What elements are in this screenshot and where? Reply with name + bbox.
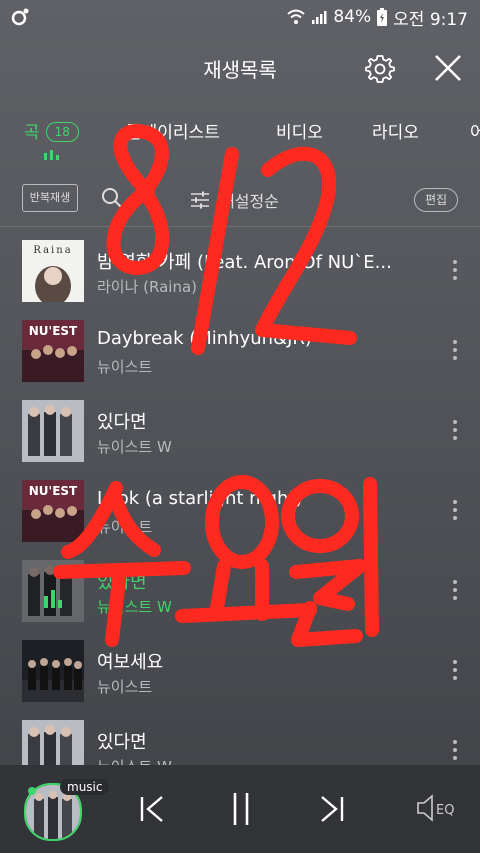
gear-icon[interactable]	[364, 52, 396, 84]
tab-more[interactable]: 어	[470, 118, 480, 143]
song-artist: 뉴이스트	[97, 358, 153, 376]
song-artist: 뉴이스트 W	[97, 438, 172, 456]
svg-text:EQ: EQ	[436, 803, 454, 818]
more-options-icon[interactable]	[450, 658, 460, 682]
melon-app-icon	[11, 8, 29, 26]
song-title: 여보세요	[97, 652, 164, 673]
search-icon[interactable]	[100, 186, 124, 210]
eq-icon[interactable]: EQ	[416, 793, 462, 823]
song-title: 있다면	[97, 732, 147, 753]
song-row[interactable]: 있다면 뉴이스트 W	[0, 710, 480, 765]
more-options-icon[interactable]	[450, 418, 460, 442]
song-title: 밤 영화 카페 (Feat. Aron Of NU`E...	[97, 252, 392, 273]
song-row[interactable]: 여보세요 뉴이스트	[0, 630, 480, 710]
album-cover	[22, 640, 84, 702]
song-title: Daybreak (Minhyun&JR)	[97, 328, 312, 349]
playing-indicator-dot	[28, 787, 36, 795]
tab-playlist[interactable]: 플레이리스트	[126, 118, 220, 143]
tab-songs[interactable]: 곡 18	[24, 118, 79, 143]
tab-video[interactable]: 비디오	[276, 118, 323, 143]
tab-radio[interactable]: 라디오	[372, 118, 419, 143]
next-icon[interactable]	[314, 791, 348, 827]
close-icon[interactable]	[432, 52, 464, 84]
album-cover: NU'EST	[22, 320, 84, 382]
sort-button[interactable]: 내설정순	[190, 188, 279, 212]
list-toolbar: 반복재생 내설정순 편집	[0, 178, 480, 222]
song-count-badge: 18	[45, 122, 79, 142]
more-options-icon[interactable]	[450, 338, 460, 362]
song-artist: 뉴이스트 W	[97, 598, 172, 616]
mini-player: music EQ	[0, 765, 480, 853]
status-bar: 84% 오전 9:17	[0, 0, 480, 34]
svg-text:Raina: Raina	[33, 245, 72, 256]
now-playing-bars-icon	[44, 150, 60, 160]
sliders-icon	[191, 191, 209, 209]
battery-percent: 84%	[333, 7, 372, 27]
pause-icon[interactable]	[224, 791, 258, 827]
page-title: 재생목록	[203, 58, 277, 82]
album-cover: Raina	[22, 240, 84, 302]
clock: 오전 9:17	[393, 9, 468, 30]
tab-label: 곡	[24, 123, 40, 143]
more-options-icon[interactable]	[450, 498, 460, 522]
song-row[interactable]: NU'EST Look (a starlight night) 뉴이스트	[0, 470, 480, 550]
edit-button[interactable]: 편집	[414, 188, 458, 212]
album-cover	[22, 400, 84, 462]
more-options-icon[interactable]	[450, 738, 460, 762]
song-artist: 뉴이스트	[97, 518, 153, 536]
header: 재생목록	[0, 34, 480, 100]
repeat-button[interactable]: 반복재생	[22, 184, 78, 212]
song-row[interactable]: 있다면 뉴이스트 W	[0, 390, 480, 470]
song-list[interactable]: Raina 밤 영화 카페 (Feat. Aron Of NU`E... 라이나…	[0, 230, 480, 765]
song-title: 있다면	[97, 572, 147, 593]
song-artist: 뉴이스트 W	[97, 756, 172, 765]
album-cover	[22, 720, 84, 765]
battery-icon	[377, 8, 388, 26]
svg-text:NU'EST: NU'EST	[29, 484, 78, 498]
song-row-now-playing[interactable]: 있다면 뉴이스트 W	[0, 550, 480, 630]
album-cover: NU'EST	[22, 480, 84, 542]
previous-icon[interactable]	[136, 791, 170, 827]
song-row[interactable]: NU'EST Daybreak (Minhyun&JR) 뉴이스트	[0, 310, 480, 390]
wifi-icon	[287, 9, 306, 24]
tab-bar: 곡 18 플레이리스트 비디오 라디오 어	[0, 100, 480, 172]
song-artist: 라이나 (Raina)	[97, 278, 198, 296]
svg-text:NU'EST: NU'EST	[29, 324, 78, 338]
more-options-icon[interactable]	[450, 258, 460, 282]
song-artist: 뉴이스트	[97, 678, 153, 696]
sort-label: 내설정순	[220, 192, 279, 211]
song-title: Look (a starlight night)	[97, 488, 303, 509]
song-title: 있다면	[97, 412, 147, 433]
divider	[0, 226, 480, 227]
album-cover	[22, 560, 84, 622]
music-label: music	[60, 779, 110, 795]
signal-icon	[312, 11, 327, 24]
song-row[interactable]: Raina 밤 영화 카페 (Feat. Aron Of NU`E... 라이나…	[0, 230, 480, 310]
more-options-icon[interactable]	[450, 578, 460, 602]
